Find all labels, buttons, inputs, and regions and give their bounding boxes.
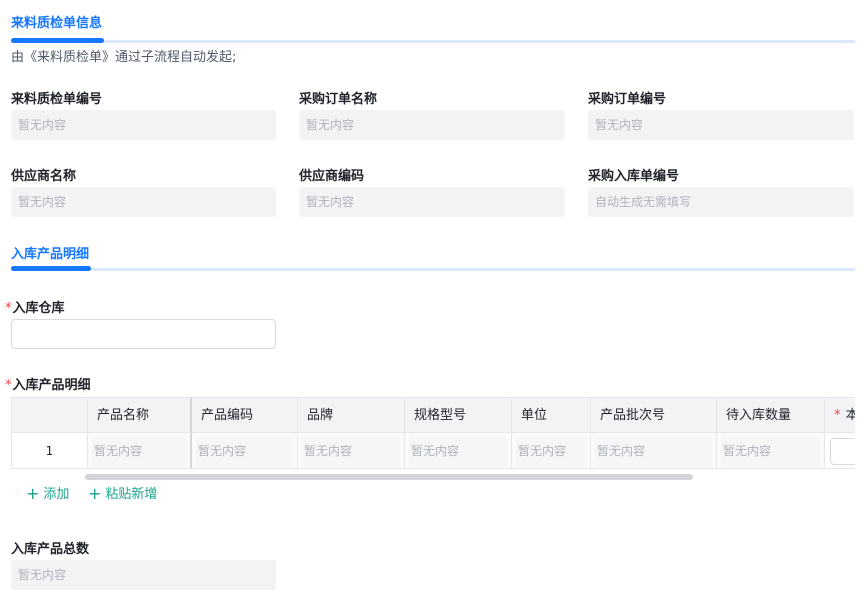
- cell-value: 暂无内容: [196, 436, 293, 466]
- field-label-warehouse: *入库仓库: [5, 297, 65, 316]
- field-label-supplier-name: 供应商名称: [11, 169, 77, 184]
- table-header-unit: 单位: [512, 398, 591, 433]
- table-horizontal-scrollbar[interactable]: [85, 474, 693, 480]
- table-header-current-qty: * 本: [825, 398, 855, 433]
- field-label-supplier-code: 供应商编码: [299, 169, 365, 184]
- field-label-qc-number: 来料质检单编号: [11, 92, 103, 107]
- section-title-incoming-qc: 来料质检单信息: [11, 16, 103, 31]
- field-total: 暂无内容: [11, 560, 276, 590]
- table-cell-batch: 暂无内容: [591, 433, 717, 468]
- table-header-brand: 品牌: [298, 398, 405, 433]
- table-cell-spec: 暂无内容: [405, 433, 512, 468]
- table-cell-pending-qty: 暂无内容: [717, 433, 825, 468]
- table-header-batch: 产品批次号: [591, 398, 717, 433]
- cell-value: 暂无内容: [516, 436, 586, 466]
- section-title-product-detail: 入库产品明细: [11, 247, 90, 262]
- required-mark: *: [5, 378, 12, 393]
- field-supplier-code: 暂无内容: [299, 187, 565, 217]
- table-cell-product-name: 暂无内容: [88, 433, 192, 468]
- cell-value: 暂无内容: [92, 436, 186, 466]
- section-divider-accent: [11, 38, 104, 43]
- table-header-product-code: 产品编码: [192, 398, 298, 433]
- field-receipt-number: 自动生成无需填写: [588, 187, 854, 217]
- current-qty-input[interactable]: [830, 438, 855, 465]
- table-header-text: 本: [846, 408, 855, 423]
- add-row-button[interactable]: + 添加: [26, 483, 69, 503]
- field-label-text: 入库产品明细: [12, 378, 91, 393]
- field-label-text: 入库仓库: [12, 301, 65, 316]
- plus-icon: +: [88, 484, 102, 503]
- table-cell-current-qty: [825, 433, 855, 468]
- section-divider: [11, 40, 855, 43]
- table-header-index: [12, 398, 88, 433]
- table-cell-product-code: 暂无内容: [192, 433, 298, 468]
- cell-value: 暂无内容: [409, 436, 507, 466]
- product-detail-table: 产品名称 产品编码 品牌 规格型号 单位 产品批次号 待入库数量 * 本 1 暂…: [11, 397, 855, 469]
- field-po-number: 暂无内容: [588, 110, 854, 140]
- section-divider-accent: [11, 266, 91, 271]
- required-mark: *: [5, 301, 12, 316]
- paste-add-button[interactable]: + 粘贴新增: [88, 483, 157, 503]
- plus-icon: +: [26, 484, 40, 503]
- paste-add-label: 粘贴新增: [105, 487, 158, 502]
- cell-value: 暂无内容: [595, 436, 712, 466]
- table-cell-unit: 暂无内容: [512, 433, 591, 468]
- warehouse-input[interactable]: [11, 319, 276, 349]
- cell-value: 暂无内容: [721, 436, 820, 466]
- table-header-pending-qty: 待入库数量: [717, 398, 825, 433]
- field-supplier-name: 暂无内容: [11, 187, 276, 217]
- required-mark: *: [834, 408, 841, 423]
- section-divider: [11, 268, 855, 271]
- table-cell-brand: 暂无内容: [298, 433, 405, 468]
- table-header-spec: 规格型号: [405, 398, 512, 433]
- field-label-po-name: 采购订单名称: [299, 92, 378, 107]
- table-row-index: 1: [12, 433, 88, 468]
- section-description: 由《来料质检单》通过子流程自动发起;: [11, 50, 237, 65]
- field-po-name: 暂无内容: [299, 110, 565, 140]
- field-label-product-detail: *入库产品明细: [5, 374, 91, 393]
- field-label-po-number: 采购订单编号: [588, 92, 667, 107]
- table-header-product-name: 产品名称: [88, 398, 192, 433]
- field-label-total: 入库产品总数: [11, 542, 90, 557]
- add-row-label: 添加: [43, 487, 70, 502]
- cell-value: 暂无内容: [302, 436, 400, 466]
- field-label-receipt-number: 采购入库单编号: [588, 169, 680, 184]
- field-qc-number: 暂无内容: [11, 110, 276, 140]
